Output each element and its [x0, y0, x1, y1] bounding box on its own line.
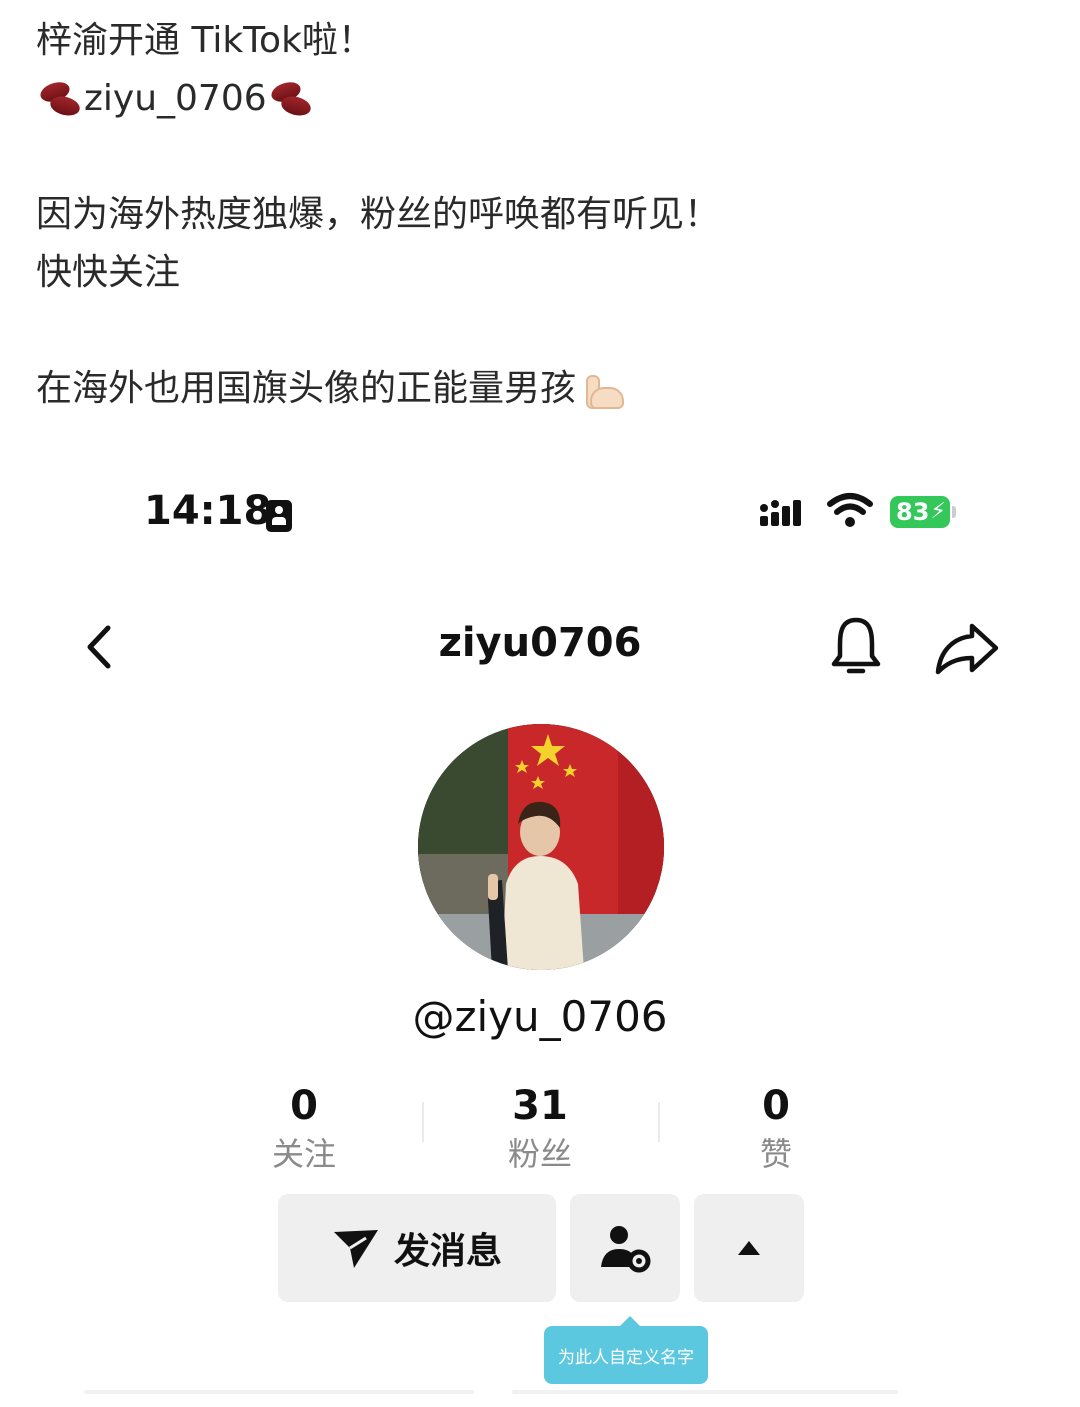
user-settings-icon: [601, 1226, 651, 1273]
bean-emoji: [36, 77, 84, 121]
flexed-biceps-emoji: [580, 367, 625, 411]
user-settings-button[interactable]: [570, 1194, 680, 1302]
following-count: 0: [290, 1083, 318, 1129]
content-divider: [512, 1390, 898, 1394]
stat-following[interactable]: 0 关注: [224, 1082, 384, 1178]
tooltip-text: 为此人自定义名字: [558, 1347, 694, 1368]
stat-divider: [422, 1102, 424, 1142]
likes-label: 赞: [759, 1135, 792, 1173]
caption-line-5: 在海外也用国旗头像的正能量男孩: [36, 360, 1036, 418]
avatar-photo: [418, 724, 664, 970]
custom-name-tooltip[interactable]: 为此人自定义名字: [544, 1316, 708, 1384]
post-caption: 梓渝开通 TikTok啦！ ziyu_0706 因为海外热度独爆，粉丝的呼唤都有…: [36, 12, 1036, 418]
content-divider: [84, 1390, 474, 1394]
tiktok-screenshot: 14:18 83 ⚡ ziyu0706 @ziyu_0706 0 关注 31 粉…: [0, 440, 1080, 1407]
followers-count: 31: [512, 1083, 568, 1129]
stat-likes[interactable]: 0 赞: [696, 1082, 856, 1178]
stat-divider: [658, 1102, 660, 1142]
profile-handle: @ziyu_0706: [412, 992, 668, 1041]
caption-line-1: 梓渝开通 TikTok啦！: [36, 20, 374, 61]
likes-count: 0: [762, 1083, 790, 1129]
battery-icon: 83 ⚡: [890, 496, 956, 528]
avatar[interactable]: [418, 724, 664, 970]
signal-icon: [760, 500, 812, 528]
caret-up-icon: [738, 1241, 760, 1255]
bean-emoji: [267, 77, 315, 121]
wifi-icon: [827, 493, 873, 527]
caption-line-3: 因为海外热度独爆，粉丝的呼唤都有听见！: [36, 194, 721, 235]
caption-line-5-text: 在海外也用国旗头像的正能量男孩: [36, 368, 577, 409]
status-bar: 14:18 83 ⚡: [0, 488, 1080, 538]
bell-icon[interactable]: [826, 614, 886, 678]
caption-line-4: 快快关注: [36, 252, 181, 293]
followers-label: 粉丝: [507, 1135, 572, 1173]
following-label: 关注: [271, 1135, 336, 1173]
caption-line-2: ziyu_0706: [36, 70, 1036, 128]
caption-handle: ziyu_0706: [84, 78, 267, 119]
charging-bolt-icon: ⚡: [930, 499, 946, 524]
send-message-label: 发消息: [393, 1231, 502, 1272]
expand-button[interactable]: [694, 1194, 804, 1302]
status-time: 14:18: [144, 488, 272, 534]
profile-nav-bar: ziyu0706: [0, 610, 1080, 680]
stat-followers[interactable]: 31 粉丝: [460, 1082, 620, 1178]
contact-card-icon: [266, 500, 292, 532]
send-message-button[interactable]: 发消息: [278, 1194, 556, 1302]
battery-level: 83: [896, 498, 930, 526]
send-icon: [333, 1230, 378, 1268]
page-title: ziyu0706: [438, 620, 642, 666]
share-icon[interactable]: [934, 620, 1000, 676]
